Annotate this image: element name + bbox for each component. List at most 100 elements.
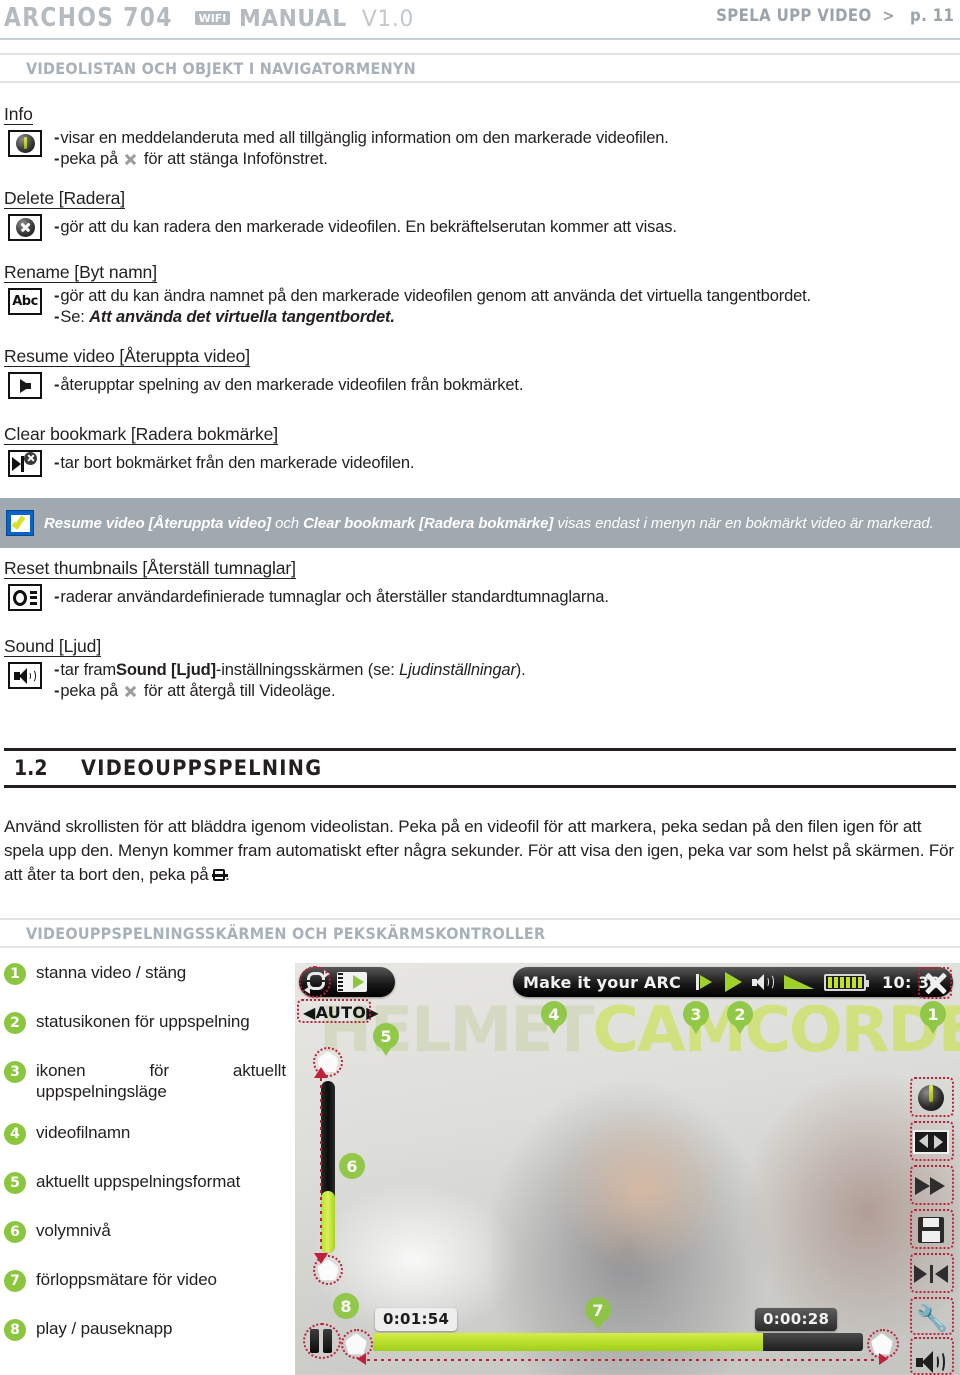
line-text: för att återgå till Videoläge.	[139, 682, 336, 700]
film-play-icon[interactable]	[337, 972, 367, 992]
line-text: visar en meddelanderuta med all tillgäng…	[60, 129, 669, 147]
note-bold-1: Resume video [Återuppta video]	[44, 514, 272, 532]
resume-arrow-icon	[8, 372, 46, 402]
menu-item-heading: Resume video [Återuppta video]	[4, 346, 251, 367]
line-text: peka på	[60, 682, 123, 700]
list-item: 5 aktuellt uppspelningsformat	[4, 1171, 294, 1194]
volume-wedge-icon	[783, 975, 814, 989]
band-title: VIDEOLISTAN OCH OBJEKT I NAVIGATORMENYN	[26, 58, 416, 78]
legend-number: 3	[4, 1061, 26, 1083]
play-pause-button[interactable]	[309, 1329, 335, 1353]
manual-label: MANUAL	[239, 6, 348, 32]
legend-label: play / pauseknapp	[36, 1319, 173, 1338]
menu-item-line: -peka på för att stänga Infofönstret.	[54, 150, 328, 168]
line-mid: -inställningsskärmen (se:	[215, 661, 400, 679]
progress-callout-arrow-left	[357, 1353, 366, 1365]
menu-item-heading: Info	[4, 104, 33, 125]
list-item: 1 stanna video / stäng	[4, 962, 294, 985]
legend-number: 6	[4, 1221, 26, 1243]
video-progress-bar[interactable]	[373, 1333, 863, 1351]
line-emphasis: Ljudinställningar	[399, 661, 516, 679]
legend-label: stanna video / stäng	[36, 963, 187, 982]
marker-8: 8	[333, 1293, 359, 1319]
wrench-icon[interactable]: 🔧	[910, 1301, 952, 1335]
line-text: Se:	[60, 308, 90, 326]
note-text: Resume video [Återuppta video] och Clear…	[44, 514, 946, 533]
list-item: 2 statusikonen för uppspelning	[4, 1011, 294, 1034]
menu-item-clear-bookmark: Clear bookmark [Radera bokmärke] -tar bo…	[4, 424, 956, 480]
resize-icon[interactable]	[910, 1125, 952, 1159]
loop-mode-icon[interactable]	[304, 970, 330, 994]
info-circle-icon	[8, 130, 46, 160]
line-text: peka på	[60, 150, 123, 168]
marker-2: 2	[727, 1001, 753, 1034]
line-text: gör att du kan ändra namnet på den marke…	[60, 287, 811, 305]
marker-1: 1	[920, 1001, 946, 1034]
line-text: tar bort bokmärket från den markerade vi…	[60, 454, 415, 472]
menu-item-line: -raderar användardefinierade tumnaglar o…	[54, 588, 609, 606]
note-mid: och	[271, 514, 304, 532]
line-emphasis: Att använda det virtuella tangentbordet.	[89, 308, 395, 326]
menu-item-resume-video: Resume video [Återuppta video] -återuppt…	[4, 346, 956, 402]
menu-item-line: -gör att du kan radera den markerade vid…	[54, 218, 677, 236]
loop-mode-icon	[212, 869, 229, 881]
legend-number: 4	[4, 1123, 26, 1145]
volume-slider-fill	[321, 1191, 335, 1253]
menu-item-line: -tar framSound [Ljud]-inställningsskärme…	[54, 661, 526, 679]
close-x-icon[interactable]	[924, 971, 948, 995]
breadcrumb-section: SPELA UPP VIDEO	[716, 6, 872, 26]
legend-number: 2	[4, 1012, 26, 1034]
playback-mode-bar[interactable]	[299, 967, 395, 997]
speaker-icon[interactable]	[910, 1345, 952, 1375]
menu-item-heading: Rename [Byt namn]	[4, 262, 157, 283]
video-playback-screenshot: HELMETCAMCORDER Make it your ARC 10: 30 …	[295, 963, 960, 1375]
note-callout: Resume video [Återuppta video] och Clear…	[0, 498, 960, 548]
legend-number: 7	[4, 1270, 26, 1292]
menu-item-line: -peka på för att återgå till Videoläge.	[54, 682, 336, 700]
speaker-icon[interactable]	[751, 973, 774, 991]
legend-number: 1	[4, 963, 26, 985]
progress-callout-dots	[367, 1359, 875, 1361]
volume-callout-arrow-up	[314, 1067, 328, 1078]
page-header: ARCHOS 704 WIFI MANUAL V1.0 SPELA UPP VI…	[0, 0, 960, 40]
list-item: 4 videofilnamn	[4, 1122, 294, 1145]
menu-item-sound: Sound [Ljud] -tar framSound [Ljud]-instä…	[4, 636, 956, 702]
breadcrumb-separator: >	[882, 6, 895, 25]
menu-item-info: Info -visar en meddelanderuta med all ti…	[4, 104, 956, 170]
line-text: gör att du kan radera den markerade vide…	[60, 218, 677, 236]
play-big-icon[interactable]	[724, 972, 742, 992]
menu-item-line: -tar bort bokmärket från den markerade v…	[54, 454, 415, 472]
save-floppy-icon[interactable]	[910, 1213, 952, 1247]
menu-item-delete: Delete [Radera] -gör att du kan radera d…	[4, 188, 956, 244]
menu-item-heading: Delete [Radera]	[4, 188, 126, 209]
volume-slider[interactable]	[321, 1081, 335, 1253]
playback-format-chip[interactable]: ◀AUTO▶	[303, 1003, 379, 1022]
fast-forward-icon[interactable]	[910, 1169, 952, 1203]
menu-item-line: -Se: Att använda det virtuella tangentbo…	[54, 308, 395, 326]
sound-speaker-icon	[8, 662, 46, 692]
list-item: 3 ikonen för aktuellt uppspelningsläge	[4, 1060, 294, 1102]
line-text: återupptar spelning av den markerade vid…	[60, 376, 524, 394]
volume-callout-arrow-down	[314, 1253, 328, 1264]
video-status-bar: Make it your ARC 10: 30	[513, 967, 953, 997]
menu-item-line: -gör att du kan ändra namnet på den mark…	[54, 287, 811, 305]
line-text: för att stänga Infofönstret.	[139, 150, 328, 168]
progress-fill	[373, 1333, 763, 1351]
menu-item-line: -återupptar spelning av den markerade vi…	[54, 376, 524, 394]
header-left: ARCHOS 704 WIFI MANUAL V1.0	[4, 3, 414, 33]
info-icon[interactable]	[910, 1081, 952, 1115]
marker-7: 7	[585, 1297, 611, 1330]
menu-item-rename: Rename [Byt namn] Abc -gör att du kan än…	[4, 262, 956, 328]
band-title: VIDEOUPPSPELNINGSSKÄRMEN OCH PEKSKÄRMSKO…	[26, 923, 546, 943]
line-text: raderar användardefinierade tumnaglar oc…	[60, 588, 609, 606]
menu-item-heading: Sound [Ljud]	[4, 636, 102, 657]
playback-sidebar: 🔧 MENU	[910, 1081, 956, 1375]
bookmark-icon[interactable]	[910, 1257, 952, 1291]
play-status-icon[interactable]	[695, 973, 715, 991]
brand-title: ARCHOS 704	[4, 3, 173, 33]
menu-item-reset-thumbnails: Reset thumbnails [Återställ tumnaglar] -…	[4, 558, 956, 614]
section-1-2-paragraph: Använd skrollisten för att bläddra igeno…	[4, 815, 956, 887]
battery-icon	[823, 973, 869, 991]
section-1-2-header: 1.2 VIDEOUPPSPELNING	[4, 748, 956, 788]
list-item: 7 förloppsmätare för video	[4, 1269, 294, 1292]
